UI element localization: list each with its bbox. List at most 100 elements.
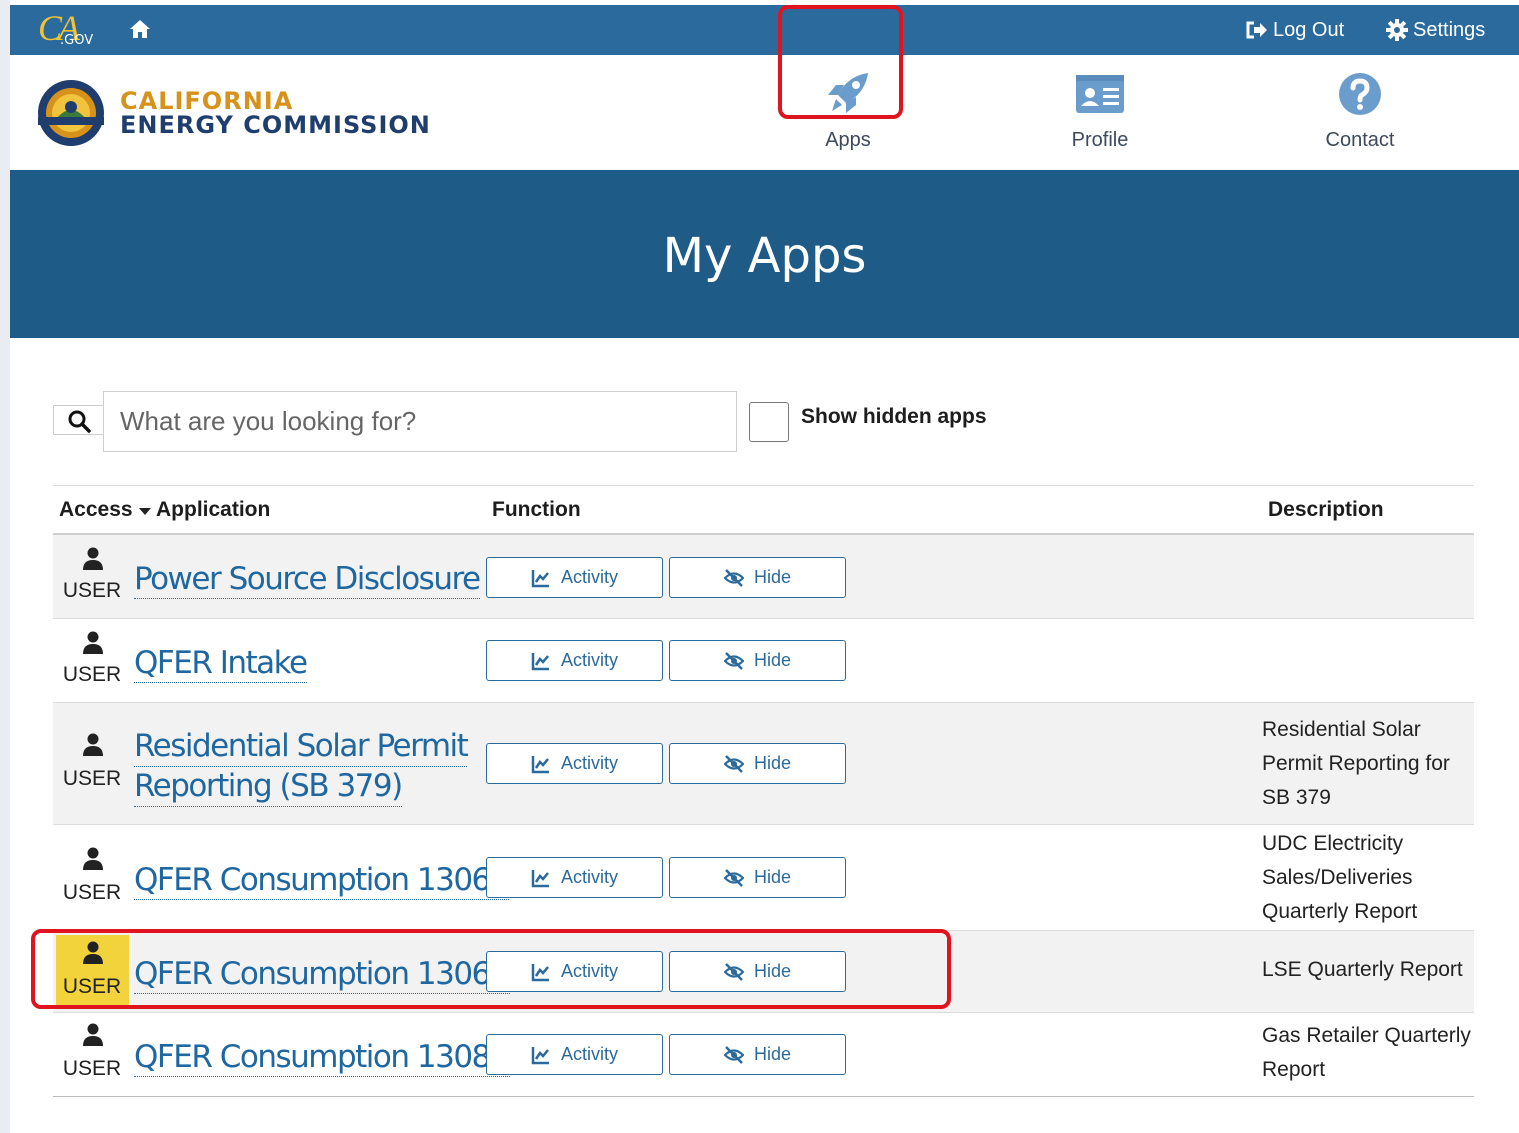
search-button[interactable] bbox=[53, 405, 103, 435]
org-name-line2: ENERGY COMMISSION bbox=[120, 111, 431, 139]
activity-button[interactable]: Activity bbox=[486, 743, 663, 784]
eye-slash-icon bbox=[723, 651, 744, 670]
app-link-qfer-intake[interactable]: QFER Intake bbox=[134, 644, 308, 683]
access-role: USER bbox=[62, 663, 122, 686]
nav-apps-label: Apps bbox=[825, 129, 871, 151]
access-role: USER bbox=[62, 767, 122, 790]
id-card-icon bbox=[1076, 75, 1124, 113]
column-header-function: Function bbox=[492, 498, 581, 521]
description-cell: Residential Solar Permit Reporting for S… bbox=[1262, 718, 1450, 809]
sort-caret-icon bbox=[139, 508, 151, 515]
description-cell: Gas Retailer Quarterly Report bbox=[1262, 1024, 1471, 1081]
hide-button[interactable]: Hide bbox=[669, 1034, 846, 1075]
nav-profile-label: Profile bbox=[1071, 129, 1129, 151]
hide-button[interactable]: Hide bbox=[669, 640, 846, 681]
page: CA .GOV Log Out Settings CALIFORNIA ENER… bbox=[0, 0, 1519, 1133]
app-link-qfer-consumption-1306a[interactable]: QFER Consumption 1306A bbox=[134, 861, 511, 900]
settings-link[interactable]: Settings bbox=[1386, 17, 1485, 43]
chart-line-icon bbox=[531, 869, 549, 887]
home-icon[interactable] bbox=[128, 17, 152, 41]
nav-contact[interactable]: Contact bbox=[1300, 63, 1420, 169]
app-link-power-source-disclosure[interactable]: Power Source Disclosure bbox=[134, 560, 481, 599]
question-icon bbox=[1339, 73, 1381, 115]
activity-label: Activity bbox=[560, 1044, 618, 1064]
page-banner: My Apps bbox=[10, 170, 1519, 338]
app-link-residential-solar-permit[interactable]: Residential Solar Permit Reporting (SB 3… bbox=[134, 727, 469, 807]
hide-button[interactable]: Hide bbox=[669, 743, 846, 784]
table-row: USER Residential Solar Permit Reporting … bbox=[53, 703, 1474, 825]
activity-label: Activity bbox=[560, 567, 618, 587]
page-title: My Apps bbox=[662, 228, 867, 284]
access-role: USER bbox=[62, 881, 122, 904]
chart-line-icon bbox=[531, 755, 549, 773]
app-link-line2: Reporting (SB 379) bbox=[134, 767, 403, 807]
hide-button[interactable]: Hide bbox=[669, 857, 846, 898]
activity-button[interactable]: Activity bbox=[486, 1034, 663, 1075]
table-row: USER QFER Consumption 1306A Activity Hid… bbox=[53, 825, 1474, 931]
user-icon bbox=[83, 631, 103, 654]
user-icon bbox=[83, 547, 103, 570]
gear-icon bbox=[1386, 19, 1408, 41]
user-icon bbox=[83, 733, 103, 756]
chart-line-icon bbox=[531, 652, 549, 670]
table-row: USER QFER Consumption 1308C Activity Hid… bbox=[53, 1013, 1474, 1097]
description-cell: LSE Quarterly Report bbox=[1262, 958, 1463, 981]
search-icon bbox=[68, 410, 91, 433]
activity-button[interactable]: Activity bbox=[486, 557, 663, 598]
show-hidden-label[interactable]: Show hidden apps bbox=[801, 405, 987, 429]
table-row: USER QFER Intake Activity Hide bbox=[53, 619, 1474, 703]
eye-slash-icon bbox=[723, 1045, 744, 1064]
activity-label: Activity bbox=[560, 867, 618, 887]
hide-button[interactable]: Hide bbox=[669, 557, 846, 598]
column-header-description: Description bbox=[1268, 498, 1384, 521]
eye-slash-icon bbox=[723, 868, 744, 887]
eye-slash-icon bbox=[723, 754, 744, 773]
access-cell: USER bbox=[59, 619, 125, 703]
user-icon bbox=[83, 847, 103, 870]
activity-label: Activity bbox=[560, 753, 618, 773]
activity-button[interactable]: Activity bbox=[486, 640, 663, 681]
hide-label: Hide bbox=[753, 650, 792, 670]
org-name[interactable]: CALIFORNIA ENERGY COMMISSION bbox=[120, 89, 431, 137]
hide-label: Hide bbox=[753, 567, 792, 587]
energy-commission-seal-icon[interactable] bbox=[34, 79, 108, 147]
access-role: USER bbox=[62, 579, 122, 602]
left-edge bbox=[0, 0, 10, 1133]
activity-label: Activity bbox=[560, 650, 618, 670]
app-link-qfer-consumption-1308c[interactable]: QFER Consumption 1308C bbox=[134, 1038, 511, 1077]
site-header: CALIFORNIA ENERGY COMMISSION Apps Profil… bbox=[10, 55, 1519, 170]
access-cell: USER bbox=[59, 535, 125, 619]
apps-highlight-outline bbox=[778, 5, 903, 119]
hide-label: Hide bbox=[753, 753, 792, 773]
chart-line-icon bbox=[531, 1046, 549, 1064]
row-highlight-outline bbox=[31, 929, 951, 1009]
access-cell: USER bbox=[59, 703, 125, 825]
table-header: Access Application Function Description bbox=[53, 485, 1474, 535]
logout-label: Log Out bbox=[1273, 18, 1345, 41]
gov-logo-text: .GOV bbox=[60, 33, 94, 48]
nav-profile[interactable]: Profile bbox=[1040, 63, 1160, 169]
access-cell: USER bbox=[59, 825, 125, 931]
nav-contact-label: Contact bbox=[1325, 129, 1395, 151]
logout-link[interactable]: Log Out bbox=[1246, 17, 1344, 43]
table-row: USER Power Source Disclosure Activity Hi… bbox=[53, 535, 1474, 619]
settings-label: Settings bbox=[1413, 18, 1486, 41]
column-header-application[interactable]: Application bbox=[139, 498, 270, 522]
activity-button[interactable]: Activity bbox=[486, 857, 663, 898]
chart-line-icon bbox=[531, 569, 549, 587]
hide-label: Hide bbox=[753, 867, 792, 887]
search-input[interactable] bbox=[103, 391, 737, 452]
show-hidden-checkbox[interactable] bbox=[749, 402, 789, 442]
utility-bar: CA .GOV Log Out Settings bbox=[10, 5, 1519, 55]
column-header-access[interactable]: Access bbox=[59, 498, 133, 522]
description-cell: UDC Electricity Sales/Deliveries Quarter… bbox=[1262, 832, 1418, 923]
logout-icon bbox=[1246, 21, 1267, 39]
access-cell: USER bbox=[59, 1013, 125, 1097]
hide-label: Hide bbox=[753, 1044, 792, 1064]
org-name-line1: CALIFORNIA bbox=[120, 87, 294, 115]
eye-slash-icon bbox=[723, 568, 744, 587]
app-link-line1: Residential Solar Permit bbox=[134, 727, 469, 767]
column-header-application-label: Application bbox=[156, 498, 271, 521]
user-icon bbox=[83, 1023, 103, 1046]
ca-gov-logo[interactable]: CA .GOV bbox=[38, 8, 94, 51]
